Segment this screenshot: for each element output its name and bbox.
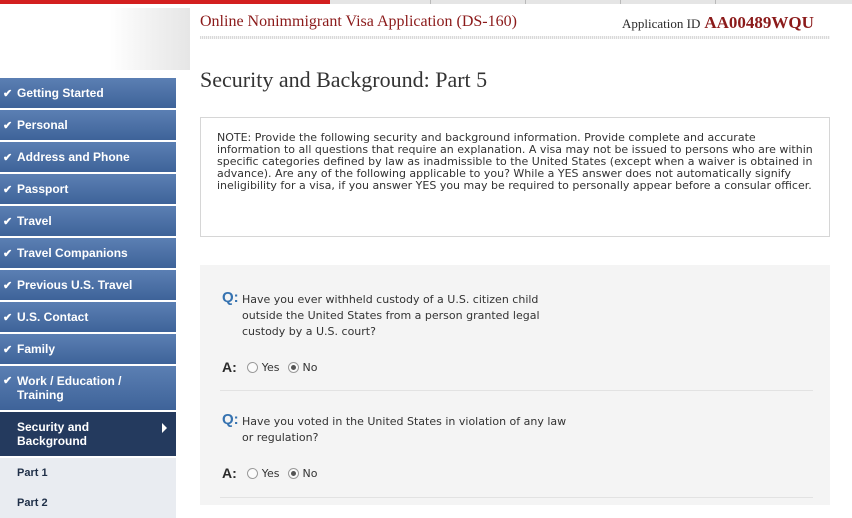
question-divider — [220, 497, 813, 498]
question-2: Q: Have you voted in the United States i… — [222, 411, 812, 447]
checkmark-icon: ✔ — [3, 151, 13, 164]
answer-2: A: Yes No — [222, 465, 326, 481]
question-1: Q: Have you ever withheld custody of a U… — [222, 289, 812, 341]
checkmark-icon: ✔ — [3, 215, 13, 228]
sidebar-item-address-and-phone[interactable]: ✔ Address and Phone — [0, 142, 176, 172]
no-radio-label: No — [302, 466, 318, 480]
sidebar-item-getting-started[interactable]: ✔ Getting Started — [0, 78, 176, 108]
application-id: Application ID AA00489WQU — [622, 13, 814, 33]
question-text-line: Have you voted in the United States in v… — [242, 415, 567, 428]
top-banner-divider — [620, 0, 621, 4]
top-banner-accent — [0, 0, 330, 4]
sidebar-item-personal[interactable]: ✔ Personal — [0, 110, 176, 140]
yes-radio[interactable] — [246, 361, 258, 373]
sidebar-item-label: Work / Education / Training — [17, 374, 121, 402]
sidebar-item-label-line1: Work / Education / — [17, 374, 122, 388]
checkmark-icon: ✔ — [3, 343, 13, 356]
sidebar-item-label: Address and Phone — [17, 150, 130, 164]
application-id-value: AA00489WQU — [704, 13, 814, 32]
checkmark-icon: ✔ — [3, 183, 13, 196]
no-radio[interactable] — [287, 467, 299, 479]
question-label: Q: — [222, 411, 239, 428]
sidebar-item-label: Travel Companions — [17, 246, 128, 260]
checkmark-icon: ✔ — [3, 87, 13, 100]
checkmark-icon: ✔ — [3, 247, 13, 260]
expand-arrow-icon — [162, 423, 167, 433]
sidebar-item-work-education-training[interactable]: ✔ Work / Education / Training — [0, 366, 176, 410]
answer-label: A: — [222, 465, 237, 481]
sidebar-item-label: Getting Started — [17, 86, 104, 100]
note-text: NOTE: Provide the following security and… — [217, 131, 813, 192]
answer-label: A: — [222, 359, 237, 375]
security-note: NOTE: Provide the following security and… — [200, 117, 830, 237]
sidebar-item-label-line2: Training — [17, 388, 64, 402]
question-text: Have you voted in the United States in v… — [242, 414, 566, 446]
question-text-line: outside the United States from a person … — [242, 309, 540, 322]
yes-radio[interactable] — [246, 467, 258, 479]
page-title: Security and Background: Part 5 — [200, 67, 488, 92]
sidebar-item-travel[interactable]: ✔ Travel — [0, 206, 176, 236]
top-banner-divider — [525, 0, 526, 4]
sidebar-item-label: Travel — [17, 214, 52, 228]
sidebar-item-label: Family — [17, 342, 56, 356]
checkmark-icon: ✔ — [3, 279, 13, 292]
header-divider — [200, 36, 830, 39]
checkmark-icon: ✔ — [3, 119, 13, 132]
sidebar-subitem-part-1[interactable]: Part 1 — [0, 458, 176, 488]
question-text: Have you ever withheld custody of a U.S.… — [242, 292, 540, 340]
no-radio[interactable] — [287, 361, 299, 373]
sidebar-item-label: Personal — [17, 118, 68, 132]
top-banner-divider — [715, 0, 716, 4]
question-label: Q: — [222, 289, 239, 306]
sidebar-item-label: Previous U.S. Travel — [17, 278, 133, 292]
application-id-label: Application ID — [622, 16, 701, 31]
sidebar-item-us-contact[interactable]: ✔ U.S. Contact — [0, 302, 176, 332]
sidebar-item-passport[interactable]: ✔ Passport — [0, 174, 176, 204]
header-logo-shade — [110, 8, 190, 70]
top-banner-divider — [430, 0, 431, 4]
sidebar-subitem-part-2[interactable]: Part 2 — [0, 488, 176, 518]
sidebar-item-previous-us-travel[interactable]: ✔ Previous U.S. Travel — [0, 270, 176, 300]
question-panel: Q: Have you ever withheld custody of a U… — [200, 265, 830, 505]
yes-radio-label: Yes — [261, 360, 280, 374]
question-text-line: or regulation? — [242, 431, 319, 444]
answer-1: A: Yes No — [222, 359, 326, 375]
checkmark-icon: ✔ — [3, 311, 13, 324]
yes-radio-label: Yes — [261, 466, 280, 480]
sidebar-item-label: Passport — [17, 182, 69, 196]
sidebar-item-security-and-background[interactable]: Security and Background — [0, 412, 176, 456]
sidebar-item-label-line1: Security and — [17, 420, 90, 434]
sidebar-item-label: Security and Background — [17, 420, 89, 448]
checkmark-icon: ✔ — [3, 375, 13, 387]
question-text-line: custody by a U.S. court? — [242, 325, 376, 338]
no-radio-label: No — [302, 360, 318, 374]
question-text-line: Have you ever withheld custody of a U.S.… — [242, 293, 539, 306]
sidebar-item-label: U.S. Contact — [17, 310, 89, 324]
sidebar-item-family[interactable]: ✔ Family — [0, 334, 176, 364]
sidebar-nav: ✔ Getting Started ✔ Personal ✔ Address a… — [0, 78, 176, 518]
sidebar-item-travel-companions[interactable]: ✔ Travel Companions — [0, 238, 176, 268]
sidebar-item-label-line2: Background — [17, 434, 88, 448]
top-banner-strip — [0, 0, 852, 4]
app-title: Online Nonimmigrant Visa Application (DS… — [200, 13, 517, 30]
question-divider — [220, 390, 813, 391]
